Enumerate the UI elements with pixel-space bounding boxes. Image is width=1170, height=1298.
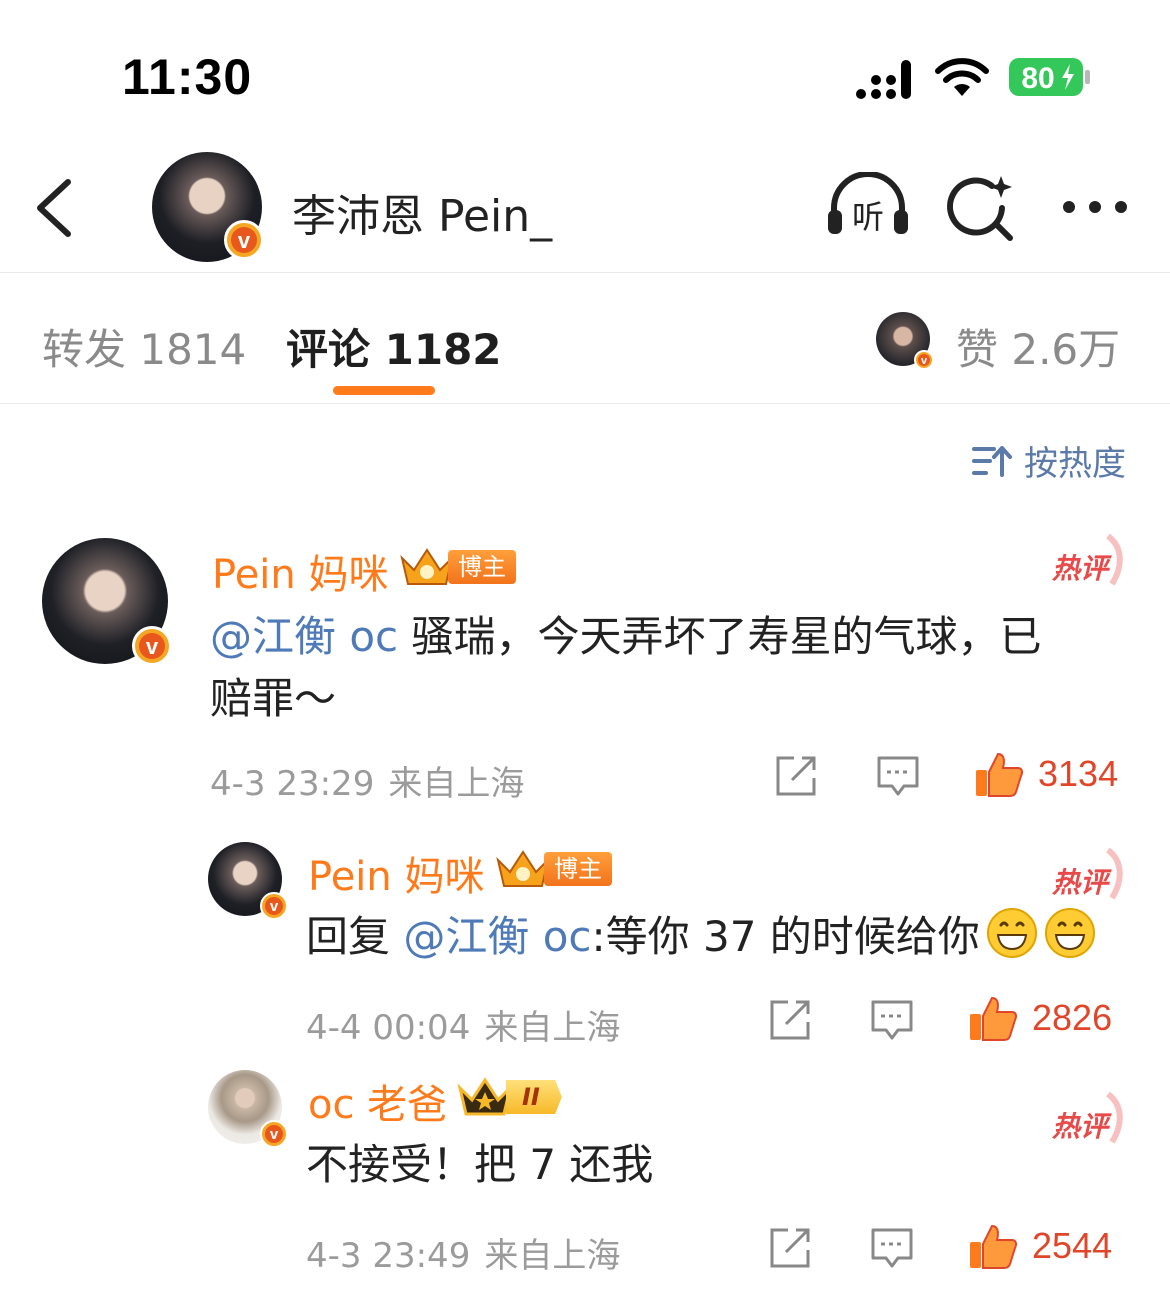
verified-badge-icon: v — [260, 892, 288, 920]
hot-comment-icon: 热评 — [1051, 533, 1123, 586]
verified-badge-icon: v — [260, 1120, 288, 1148]
tab-forward[interactable]: 转发 1814 — [42, 316, 246, 377]
comment-text-line2: 赔罪～ — [210, 674, 337, 723]
back-arrow-icon[interactable] — [32, 176, 78, 240]
thumbs-up-icon — [970, 1224, 1017, 1269]
like-button[interactable]: 2544 — [968, 1222, 1112, 1270]
share-icon[interactable] — [774, 754, 818, 798]
author-badge-label: 博主 — [448, 550, 516, 584]
hot-comment-icon: 热评 — [1051, 847, 1123, 900]
comment-text: 不接受！把 7 还我 — [306, 1140, 654, 1189]
listen-label: 听 — [852, 198, 884, 236]
comment-time: 4-3 23:29 — [210, 764, 375, 804]
hot-comment-label: 热评 — [1051, 866, 1112, 899]
author-avatar[interactable]: v — [152, 152, 264, 262]
author-badge-label: 博主 — [544, 852, 612, 886]
sort-icon — [972, 445, 1012, 477]
comment-location: 来自上海 — [484, 1236, 621, 1276]
search-sparkle-icon[interactable] — [946, 174, 1016, 242]
hot-comment-label: 热评 — [1051, 552, 1112, 585]
status-time: 11:30 — [122, 49, 253, 105]
reply-icon[interactable] — [876, 754, 920, 798]
commenter-avatar[interactable]: v — [208, 842, 288, 920]
comment-text: 回复 @江衡 oc:等你 37 的时候给你 — [306, 906, 1136, 968]
comment-text-body: :等你 37 的时候给你 — [591, 912, 980, 961]
thumbs-up-icon — [970, 996, 1017, 1041]
active-tab-indicator — [333, 386, 435, 395]
like-button[interactable]: 2826 — [968, 994, 1112, 1042]
reply-item: v oc 老爸 II 热评 不接受！把 7 还我 4-3 23:49 来自上海 2… — [0, 1064, 1170, 1284]
tab-likes[interactable]: 赞 2.6万 — [956, 316, 1120, 377]
like-count: 2544 — [1032, 1225, 1113, 1266]
share-icon[interactable] — [768, 998, 812, 1042]
comment-item: v Pein 妈咪 博主 热评 @江衡 oc 骚瑞，今天弄坏了寿星的气球，已赔罪… — [0, 530, 1170, 810]
reply-icon[interactable] — [870, 998, 914, 1042]
author-badge: 博主 — [494, 846, 612, 892]
sort-by-hot-button[interactable]: 按热度 — [972, 436, 1126, 485]
like-button[interactable]: 3134 — [974, 750, 1118, 798]
mention-link[interactable]: @江衡 oc — [403, 912, 591, 961]
grinning-emoji-icon — [1044, 908, 1095, 958]
post-header: v 李沛恩 Pein_ 听 — [0, 140, 1170, 273]
battery-icon: 80 — [1009, 58, 1090, 96]
level-badge-label: II — [506, 1080, 562, 1114]
wifi-icon — [935, 58, 989, 96]
comment-meta: 4-4 00:04 来自上海 — [306, 1000, 620, 1049]
status-bar: 11:30 80 — [0, 0, 1170, 140]
reply-prefix: 回复 — [306, 912, 404, 961]
liker-avatar: v — [876, 312, 934, 370]
crown-icon — [457, 1077, 513, 1116]
listen-icon[interactable]: 听 — [826, 172, 910, 238]
commenter-avatar[interactable]: v — [208, 1070, 288, 1148]
commenter-name[interactable]: Pein 妈咪 — [308, 844, 484, 902]
author-badge: 博主 — [398, 544, 516, 590]
share-icon[interactable] — [768, 1226, 812, 1270]
cellular-signal-icon — [856, 60, 911, 99]
verified-badge-icon: v — [224, 220, 264, 260]
comment-time: 4-3 23:49 — [306, 1236, 471, 1276]
tab-comments[interactable]: 评论 1182 — [286, 316, 502, 377]
thumbs-up-icon — [976, 752, 1023, 797]
author-name[interactable]: 李沛恩 Pein_ — [292, 180, 552, 244]
commenter-avatar[interactable]: v — [42, 538, 172, 666]
like-count: 3134 — [1038, 753, 1119, 794]
more-options-icon[interactable] — [1060, 192, 1130, 222]
comment-time: 4-4 00:04 — [306, 1008, 471, 1048]
grinning-emoji-icon — [986, 908, 1037, 958]
sort-label: 按热度 — [1024, 444, 1126, 484]
comment-location: 来自上海 — [484, 1008, 621, 1048]
like-count: 2826 — [1032, 997, 1113, 1038]
post-tabs: 转发 1814 评论 1182 v 赞 2.6万 — [0, 274, 1170, 404]
commenter-name[interactable]: Pein 妈咪 — [212, 542, 388, 600]
reply-item: v Pein 妈咪 博主 热评 回复 @江衡 oc:等你 37 的时候给你 4-… — [0, 836, 1170, 1056]
mention-link[interactable]: @江衡 oc — [210, 612, 398, 661]
verified-badge-icon: v — [132, 626, 172, 666]
comment-text-line1: 骚瑞，今天弄坏了寿星的气球，已 — [398, 612, 1042, 661]
verified-badge-icon: v — [914, 350, 934, 370]
comment-location: 来自上海 — [388, 764, 525, 804]
reply-icon[interactable] — [870, 1226, 914, 1270]
comment-meta: 4-3 23:29 来自上海 — [210, 756, 524, 805]
comment-meta: 4-3 23:49 来自上海 — [306, 1228, 620, 1277]
comment-text: @江衡 oc 骚瑞，今天弄坏了寿星的气球，已赔罪～ — [210, 606, 1130, 730]
battery-level: 80 — [1021, 62, 1054, 95]
commenter-name[interactable]: oc 老爸 — [308, 1072, 447, 1130]
level-badge: II — [456, 1074, 562, 1120]
